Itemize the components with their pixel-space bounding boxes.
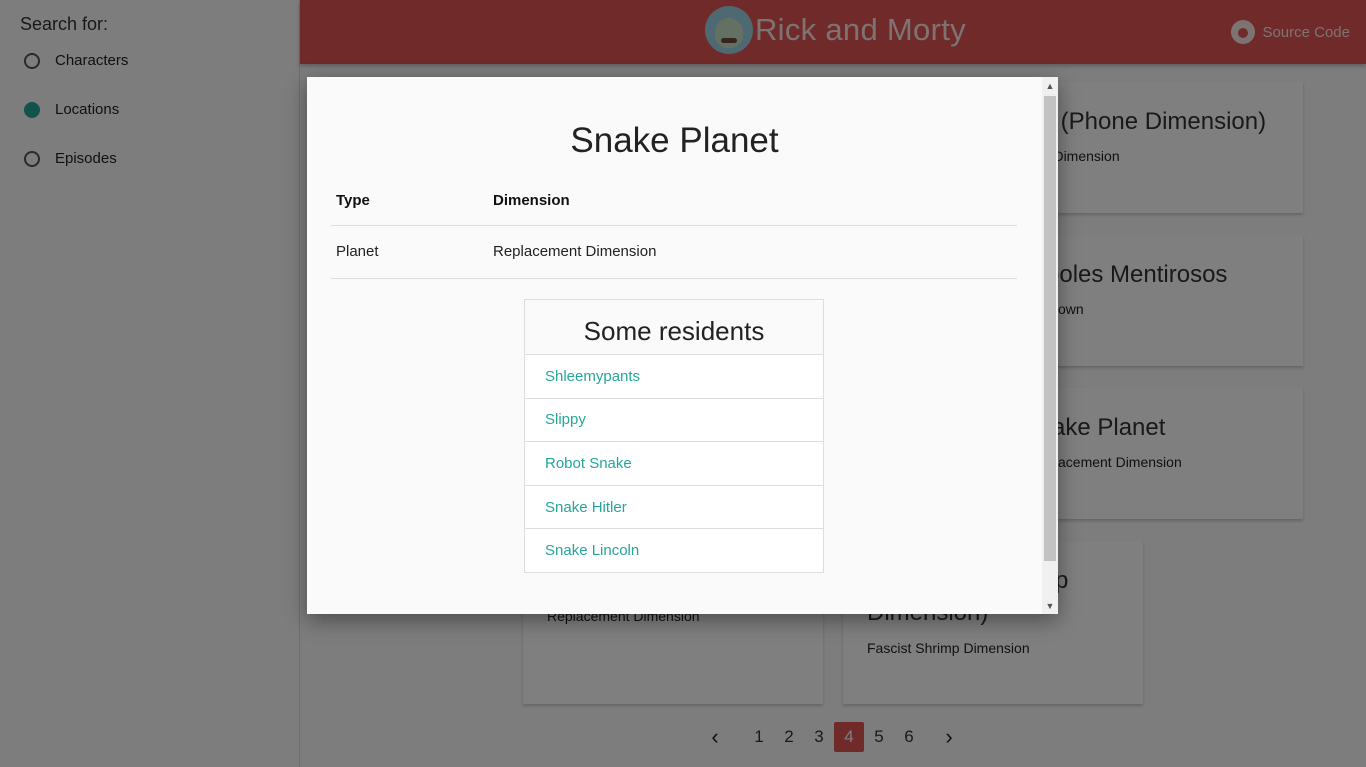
table-header-row: Type Dimension (331, 177, 1017, 226)
resident-link[interactable]: Slippy (525, 397, 823, 442)
resident-link[interactable]: Snake Hitler (525, 484, 823, 529)
modal-title: Snake Planet (570, 121, 779, 160)
scroll-thumb[interactable] (1044, 96, 1056, 561)
resident-link[interactable]: Snake Lincoln (525, 528, 823, 572)
resident-link[interactable]: Shleemypants (525, 354, 823, 398)
table-row: Planet Replacement Dimension (331, 225, 1017, 279)
scroll-up-arrow-icon[interactable]: ▲ (1042, 77, 1058, 94)
table-header-type: Type (331, 177, 488, 226)
dimension-value: Replacement Dimension (488, 225, 1017, 279)
location-modal: Snake Planet Type Dimension Planet Repla… (307, 77, 1058, 614)
modal-scrollbar[interactable]: ▲ ▼ (1042, 77, 1058, 614)
residents-collection: Some residents Shleemypants Slippy Robot… (524, 299, 824, 573)
resident-link[interactable]: Robot Snake (525, 441, 823, 485)
table-header-dimension: Dimension (488, 177, 1017, 226)
residents-title: Some residents (525, 300, 823, 354)
type-value: Planet (331, 225, 488, 279)
scroll-down-arrow-icon[interactable]: ▼ (1042, 597, 1058, 614)
location-details-table: Type Dimension Planet Replacement Dimens… (331, 177, 1017, 279)
